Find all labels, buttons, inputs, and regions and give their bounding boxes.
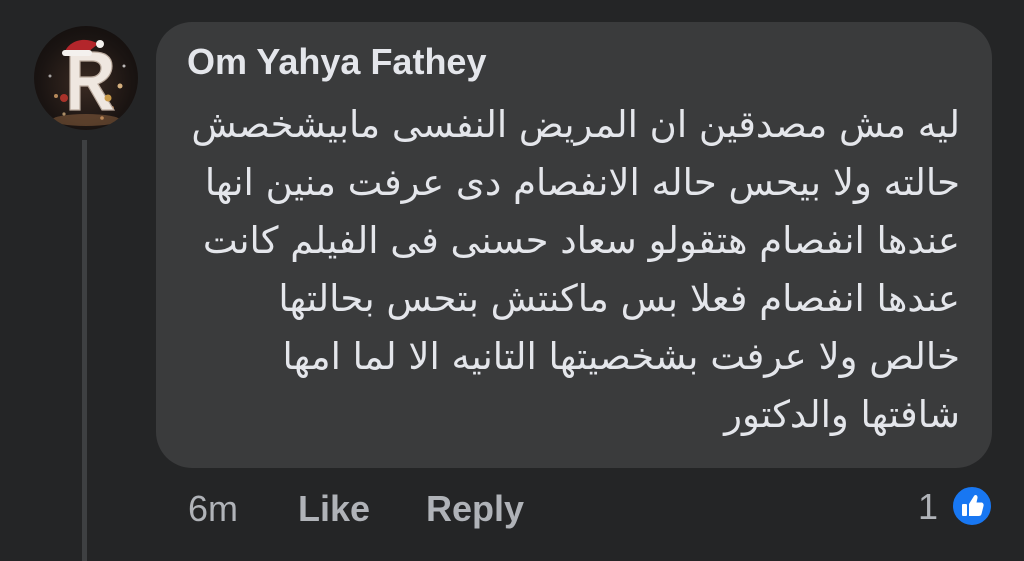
reaction-count: 1 xyxy=(918,486,939,527)
comment-text-line: ليه مش مصدقين ان المريض النفسى مابيشخصش xyxy=(191,103,960,146)
comment-timestamp[interactable]: 6m xyxy=(188,484,238,534)
comment-text-line: شافتها والدكتور xyxy=(724,393,960,436)
avatar[interactable] xyxy=(34,26,138,130)
thread-connector-line xyxy=(82,140,87,561)
thumbs-up-icon xyxy=(950,484,994,528)
reply-button[interactable]: Reply xyxy=(426,484,524,534)
like-button[interactable]: Like xyxy=(298,484,370,534)
comment-body: ليه مش مصدقين ان المريض النفسى مابيشخصش … xyxy=(180,96,960,444)
comment-thread: Om Yahya Fathey ليه مش مصدقين ان المريض … xyxy=(0,0,1024,561)
comment-text-line: خالص ولا عرفت بشخصيتها التانيه الا لما ا… xyxy=(282,335,960,378)
comment-text-line: عندها انفصام هتقولو سعاد حسنى فى الفيلم … xyxy=(202,219,960,262)
comment-bubble: Om Yahya Fathey ليه مش مصدقين ان المريض … xyxy=(156,22,992,468)
comment-text-line: عندها انفصام فعلا بس ماكنتش بتحس بحالتها xyxy=(278,277,960,320)
avatar-image xyxy=(48,39,126,126)
comment-author-name[interactable]: Om Yahya Fathey xyxy=(187,40,486,84)
comment-text-line: حالته ولا بيحس حاله الانفصام دى عرفت مني… xyxy=(204,161,960,204)
